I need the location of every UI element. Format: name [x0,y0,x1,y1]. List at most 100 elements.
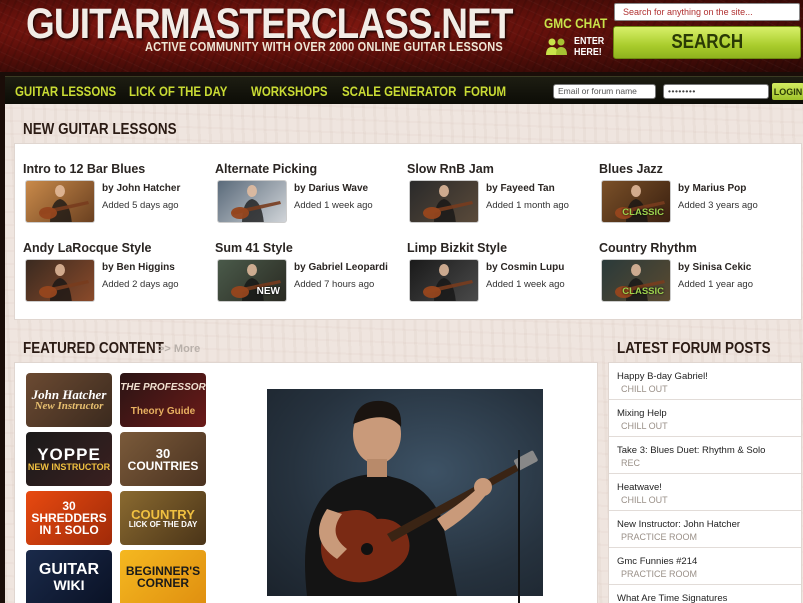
lesson-title[interactable]: Alternate Picking [215,162,317,176]
lesson-card[interactable]: Intro to 12 Bar Blues by John Hatcher Adde… [23,162,208,234]
featured-tile-30-shredders[interactable]: 30 SHREDDERS IN 1 SOLO [26,491,112,545]
lesson-author[interactable]: by Sinisa Cekic [678,262,751,273]
lesson-title[interactable]: Slow RnB Jam [407,162,494,176]
forum-post[interactable]: Mixing Help CHILL OUT [609,400,801,437]
nav-lick-of-the-day[interactable]: LICK OF THE DAY [129,83,227,99]
lesson-added-date: Added 3 years ago [678,200,758,211]
tile-subtext: LICK OF THE DAY [128,519,198,529]
featured-tile-30-countries[interactable]: 30 COUNTRIES [120,432,206,486]
lesson-added-date: Added 1 month ago [486,200,569,211]
tile-text: YOPPE [37,445,101,464]
chat-label[interactable]: GMC CHAT [544,15,607,31]
search-input[interactable]: Search for anything on the site... [614,3,800,21]
nav-scale-generator[interactable]: SCALE GENERATOR [342,83,456,99]
mouse-cursor-line [518,450,520,603]
login-button[interactable]: LOGIN [772,83,803,100]
tile-text: BEGINNER'S [125,563,201,578]
tile-text: GUITAR [38,560,100,578]
featured-tile-yoppe[interactable]: YOPPE NEW INSTRUCTOR [26,432,112,486]
forum-post-title: Take 3: Blues Duet: Rhythm & Solo [617,445,766,456]
search-button-label: SEARCH [671,31,743,53]
featured-more-link[interactable]: >> More [158,343,200,355]
lesson-added-date: Added 7 hours ago [294,279,375,290]
video-guitarist-image [305,400,538,596]
forum-post-category: CHILL OUT [621,495,668,505]
nav-forum[interactable]: FORUM [464,83,506,99]
tile-subtext: Theory Guide [130,406,196,417]
search-button[interactable]: SEARCH [613,26,801,59]
tile-subtext: COUNTRIES [127,458,199,473]
lesson-card[interactable]: Blues Jazz CLASSIC by Marius Pop Added 3 ye… [599,162,784,234]
lesson-card[interactable]: Alternate Picking by Darius Wave Added 1 w… [215,162,400,234]
nav-guitar-lessons[interactable]: GUITAR LESSONS [15,83,116,99]
lesson-card[interactable]: Limp Bizkit Style by Cosmin Lupu Added 1 w… [407,241,592,313]
forum-post[interactable]: Heatwave! CHILL OUT [609,474,801,511]
forum-post[interactable]: What Are Time Signatures [609,585,801,603]
lesson-author[interactable]: by Fayeed Tan [486,183,555,194]
featured-tile-professor[interactable]: THE PROFESSOR Theory Guide [120,373,206,427]
lesson-title[interactable]: Limp Bizkit Style [407,241,507,255]
lesson-badge: CLASSIC [622,286,664,297]
lesson-author[interactable]: by John Hatcher [102,183,180,194]
tile-text: THE PROFESSOR [120,382,206,393]
featured-video[interactable] [267,389,543,596]
lesson-author[interactable]: by Gabriel Leopardi [294,262,388,273]
lesson-thumbnail[interactable] [409,180,479,223]
nav-workshops[interactable]: WORKSHOPS [251,83,328,99]
chat-users-icon[interactable] [545,37,569,57]
guitarist-icon [423,264,473,301]
lesson-title[interactable]: Sum 41 Style [215,241,293,255]
lesson-author[interactable]: by Ben Higgins [102,262,175,273]
lesson-added-date: Added 5 days ago [102,200,179,211]
forum-title: LATEST FORUM POSTS [617,340,771,357]
featured-tile-country-lick[interactable]: COUNTRY LICK OF THE DAY [120,491,206,545]
forum-post-category: REC [621,458,641,468]
forum-post-title: What Are Time Signatures [617,593,728,603]
lesson-added-date: Added 2 days ago [102,279,179,290]
lesson-thumbnail[interactable] [217,180,287,223]
lesson-title[interactable]: Country Rhythm [599,241,697,255]
featured-tile-guitar-wiki[interactable]: GUITAR WIKI [26,550,112,603]
forum-post[interactable]: Happy B-day Gabriel! CHILL OUT [609,363,801,400]
lesson-added-date: Added 1 year ago [678,279,754,290]
forum-post-category: PRACTICE ROOM [621,532,698,542]
lesson-title[interactable]: Intro to 12 Bar Blues [23,162,145,176]
forum-post-title: Gmc Funnies #214 [617,556,698,567]
lesson-card[interactable]: Sum 41 Style NEW by Gabriel Leopardi Added … [215,241,400,313]
lesson-author[interactable]: by Darius Wave [294,183,368,194]
guitarist-icon [423,185,473,222]
forum-post-category: PRACTICE ROOM [621,569,698,579]
lesson-author[interactable]: by Marius Pop [678,183,746,194]
forum-post-category: CHILL OUT [621,384,668,394]
guitarist-icon [39,264,89,301]
lesson-thumbnail[interactable]: CLASSIC [601,259,671,302]
lesson-card[interactable]: Andy LaRocque Style by Ben Higgins Added 2… [23,241,208,313]
forum-post-title: Happy B-day Gabriel! [617,371,708,382]
featured-title: FEATURED CONTENT [23,340,164,357]
lesson-added-date: Added 1 week ago [486,279,565,290]
lesson-card[interactable]: Country Rhythm CLASSIC by Sinisa Cekic Adde… [599,241,784,313]
password-field[interactable]: •••••••• [663,84,769,99]
forum-post[interactable]: Take 3: Blues Duet: Rhythm & Solo REC [609,437,801,474]
lesson-title[interactable]: Blues Jazz [599,162,663,176]
featured-tile-beginners-corner[interactable]: BEGINNER'S CORNER [120,550,206,603]
tile-subtext: New Instructor [34,400,104,412]
tile-subtext: NEW INSTRUCTOR [27,462,111,472]
lesson-thumbnail[interactable] [25,180,95,223]
lesson-thumbnail[interactable]: NEW [217,259,287,302]
forum-post-title: Heatwave! [617,482,662,493]
chat-enter-link[interactable]: ENTER HERE! [574,36,604,58]
lesson-author[interactable]: by Cosmin Lupu [486,262,564,273]
email-field[interactable]: Email or forum name [553,84,656,99]
forum-post[interactable]: Gmc Funnies #214 PRACTICE ROOM [609,548,801,585]
main-nav: GUITAR LESSONS LICK OF THE DAY WORKSHOPS… [5,76,803,104]
lesson-title[interactable]: Andy LaRocque Style [23,241,152,255]
forum-post-category: CHILL OUT [621,421,668,431]
new-lessons-title: NEW GUITAR LESSONS [23,121,177,138]
lesson-thumbnail[interactable] [409,259,479,302]
lesson-thumbnail[interactable]: CLASSIC [601,180,671,223]
lesson-thumbnail[interactable] [25,259,95,302]
forum-post[interactable]: New Instructor: John Hatcher PRACTICE RO… [609,511,801,548]
lesson-card[interactable]: Slow RnB Jam by Fayeed Tan Added 1 month a… [407,162,592,234]
featured-tile-john-hatcher[interactable]: John Hatcher New Instructor [26,373,112,427]
